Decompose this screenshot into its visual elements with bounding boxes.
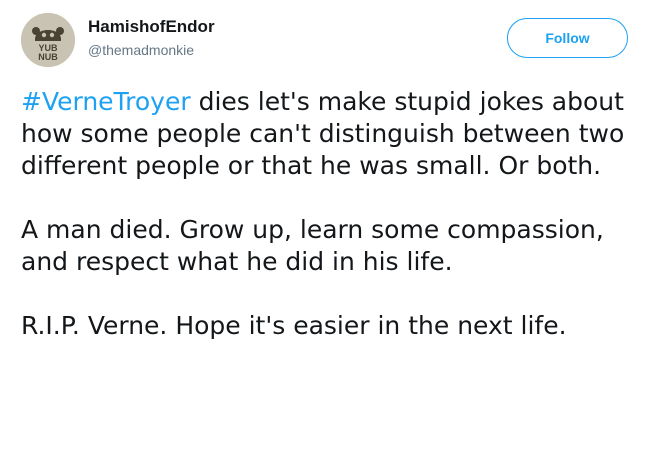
tweet-paragraph-2: A man died. Grow up, learn some compassi… bbox=[21, 215, 604, 276]
tweet-paragraph-3: R.I.P. Verne. Hope it's easier in the ne… bbox=[21, 311, 567, 340]
tweet-paragraph-1: #VerneTroyer dies let's make stupid joke… bbox=[21, 86, 643, 182]
user-display-name[interactable]: HamishofEndor bbox=[88, 17, 215, 37]
avatar[interactable]: YUB NUB bbox=[21, 13, 75, 67]
tweet-card: YUB NUB HamishofEndor @themadmonkie Foll… bbox=[0, 0, 650, 463]
ewok-avatar-image: YUB NUB bbox=[21, 13, 75, 67]
avatar-text-line-2: NUB bbox=[38, 52, 58, 62]
user-handle[interactable]: @themadmonkie bbox=[88, 42, 194, 58]
tweet-text: #VerneTroyer dies let's make stupid joke… bbox=[21, 86, 643, 342]
follow-button[interactable]: Follow bbox=[507, 18, 628, 58]
hashtag-link[interactable]: #VerneTroyer bbox=[21, 87, 191, 116]
